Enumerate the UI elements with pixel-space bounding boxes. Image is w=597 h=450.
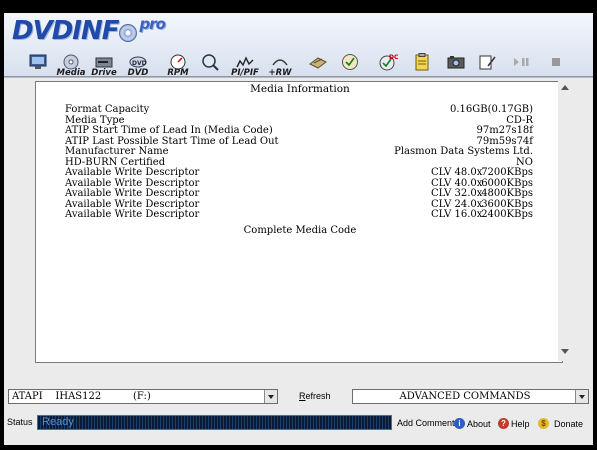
pause-icon [512, 52, 532, 72]
camera-icon [446, 52, 466, 72]
help-link[interactable]: ? Help [498, 418, 530, 429]
descriptor-rate: 6000KBps [481, 177, 533, 189]
vertical-scrollbar[interactable] [558, 81, 573, 361]
logo-pro: pro [139, 15, 165, 33]
info-label: ATIP Start Time of Lead In (Media Code) [65, 125, 273, 136]
write-descriptor-row: Available Write Descriptor CLV 40.0x 600… [65, 178, 533, 189]
scroll-down-icon[interactable] [561, 349, 569, 354]
chevron-down-icon[interactable] [264, 390, 277, 403]
status-bar: Ready [37, 415, 392, 430]
info-value: CD-R [506, 114, 533, 126]
advanced-commands-select[interactable]: ADVANCED COMMANDS [352, 389, 589, 404]
write-descriptor-row: Available Write Descriptor CLV 16.0x 240… [65, 209, 533, 220]
info-value: Plasmon Data Systems Ltd. [394, 146, 533, 157]
info-label: Format Capacity [65, 104, 150, 115]
write-descriptor-row: Available Write Descriptor CLV 48.0x 720… [65, 167, 533, 178]
complete-media-code-label: Complete Media Code [243, 225, 357, 236]
bottom-bar: ATAPI IHAS122 (F:) Refresh ADVANCED COMM… [4, 385, 593, 445]
info-row: Media Type CD-R [65, 115, 533, 126]
about-label: About [467, 418, 491, 429]
svg-text:DVD: DVD [132, 60, 147, 67]
logo-disc-icon [119, 24, 137, 42]
descriptor-speed: CLV 40.0x [431, 177, 483, 189]
descriptor-rate: 4800KBps [481, 188, 533, 199]
info-value: 79m59s74f [476, 135, 534, 147]
media-info-title: Media Information [250, 83, 350, 95]
header-banner: DVDINF pro Media Drive DVD DVD RPM PI/PI… [4, 13, 593, 78]
app-window: DVDINF pro Media Drive DVD DVD RPM PI/PI… [0, 0, 597, 450]
disc-burn-icon: DC [378, 52, 398, 72]
disc-write-icon [308, 52, 328, 72]
logo-text: DVDINF [12, 16, 119, 46]
write-descriptor-row: Available Write Descriptor CLV 24.0x 360… [65, 199, 533, 210]
help-icon: ? [498, 418, 509, 429]
edit-icon [478, 52, 498, 72]
disc-scan-icon [340, 52, 360, 72]
main-panel: Media Information Format Capacity 0.16GB… [4, 77, 593, 385]
info-row: ATIP Start Time of Lead In (Media Code) … [65, 125, 533, 136]
advanced-commands-value: ADVANCED COMMANDS [399, 391, 531, 402]
drive-select[interactable]: ATAPI IHAS122 (F:) [8, 389, 278, 404]
status-label: Status [7, 417, 33, 427]
info-value: NO [516, 156, 533, 168]
media-info-pane[interactable]: Media Information Format Capacity 0.16GB… [35, 81, 563, 363]
refresh-button[interactable]: Refresh [299, 391, 331, 401]
coin-icon: $ [538, 418, 549, 429]
descriptor-rate: 2400KBps [481, 209, 533, 220]
info-label: ATIP Last Possible Start Time of Lead Ou… [65, 135, 279, 147]
info-label: Manufacturer Name [65, 146, 169, 157]
write-descriptor-row: Available Write Descriptor CLV 32.0x 480… [65, 188, 533, 199]
descriptor-label: Available Write Descriptor [65, 177, 200, 189]
app-logo: DVDINF pro [12, 15, 166, 50]
descriptor-speed: CLV 24.0x [431, 198, 483, 210]
add-comment-link[interactable]: Add Comment [397, 418, 455, 428]
add-comment-label: Add Comment [397, 418, 455, 428]
status-text: Ready [42, 416, 74, 428]
descriptor-label: Available Write Descriptor [65, 209, 200, 220]
info-row: HD-BURN Certified NO [65, 157, 533, 168]
info-row: Format Capacity 0.16GB(0.17GB) [65, 104, 533, 115]
info-value: 97m27s18f [476, 125, 534, 136]
descriptor-rate: 7200KBps [481, 167, 533, 178]
help-label: Help [511, 418, 530, 429]
stop-icon [546, 52, 566, 72]
donate-link[interactable]: $ Donate [538, 418, 583, 429]
magnifier-icon [200, 52, 220, 72]
drive-select-value: ATAPI IHAS122 (F:) [12, 391, 151, 402]
descriptor-label: Available Write Descriptor [65, 198, 200, 210]
refresh-label: efresh [305, 391, 331, 401]
info-label: HD-BURN Certified [65, 156, 166, 168]
chevron-down-icon[interactable] [575, 390, 588, 403]
svg-text:DC: DC [389, 54, 398, 61]
descriptor-label: Available Write Descriptor [65, 188, 200, 199]
info-icon: i [454, 418, 465, 429]
descriptor-speed: CLV 16.0x [431, 209, 483, 220]
clipboard-icon [412, 52, 432, 72]
descriptor-rate: 3600KBps [481, 198, 533, 210]
descriptor-label: Available Write Descriptor [65, 167, 200, 178]
info-label: Media Type [65, 114, 125, 126]
scroll-up-icon[interactable] [561, 85, 569, 90]
info-row: ATIP Last Possible Start Time of Lead Ou… [65, 136, 533, 147]
about-link[interactable]: i About [454, 418, 491, 429]
donate-label: Donate [554, 418, 584, 429]
monitor-icon [28, 52, 48, 72]
descriptor-speed: CLV 32.0x [431, 188, 483, 199]
info-row: Manufacturer Name Plasmon Data Systems L… [65, 146, 533, 157]
descriptor-speed: CLV 48.0x [431, 167, 483, 178]
info-value: 0.16GB(0.17GB) [449, 104, 533, 115]
